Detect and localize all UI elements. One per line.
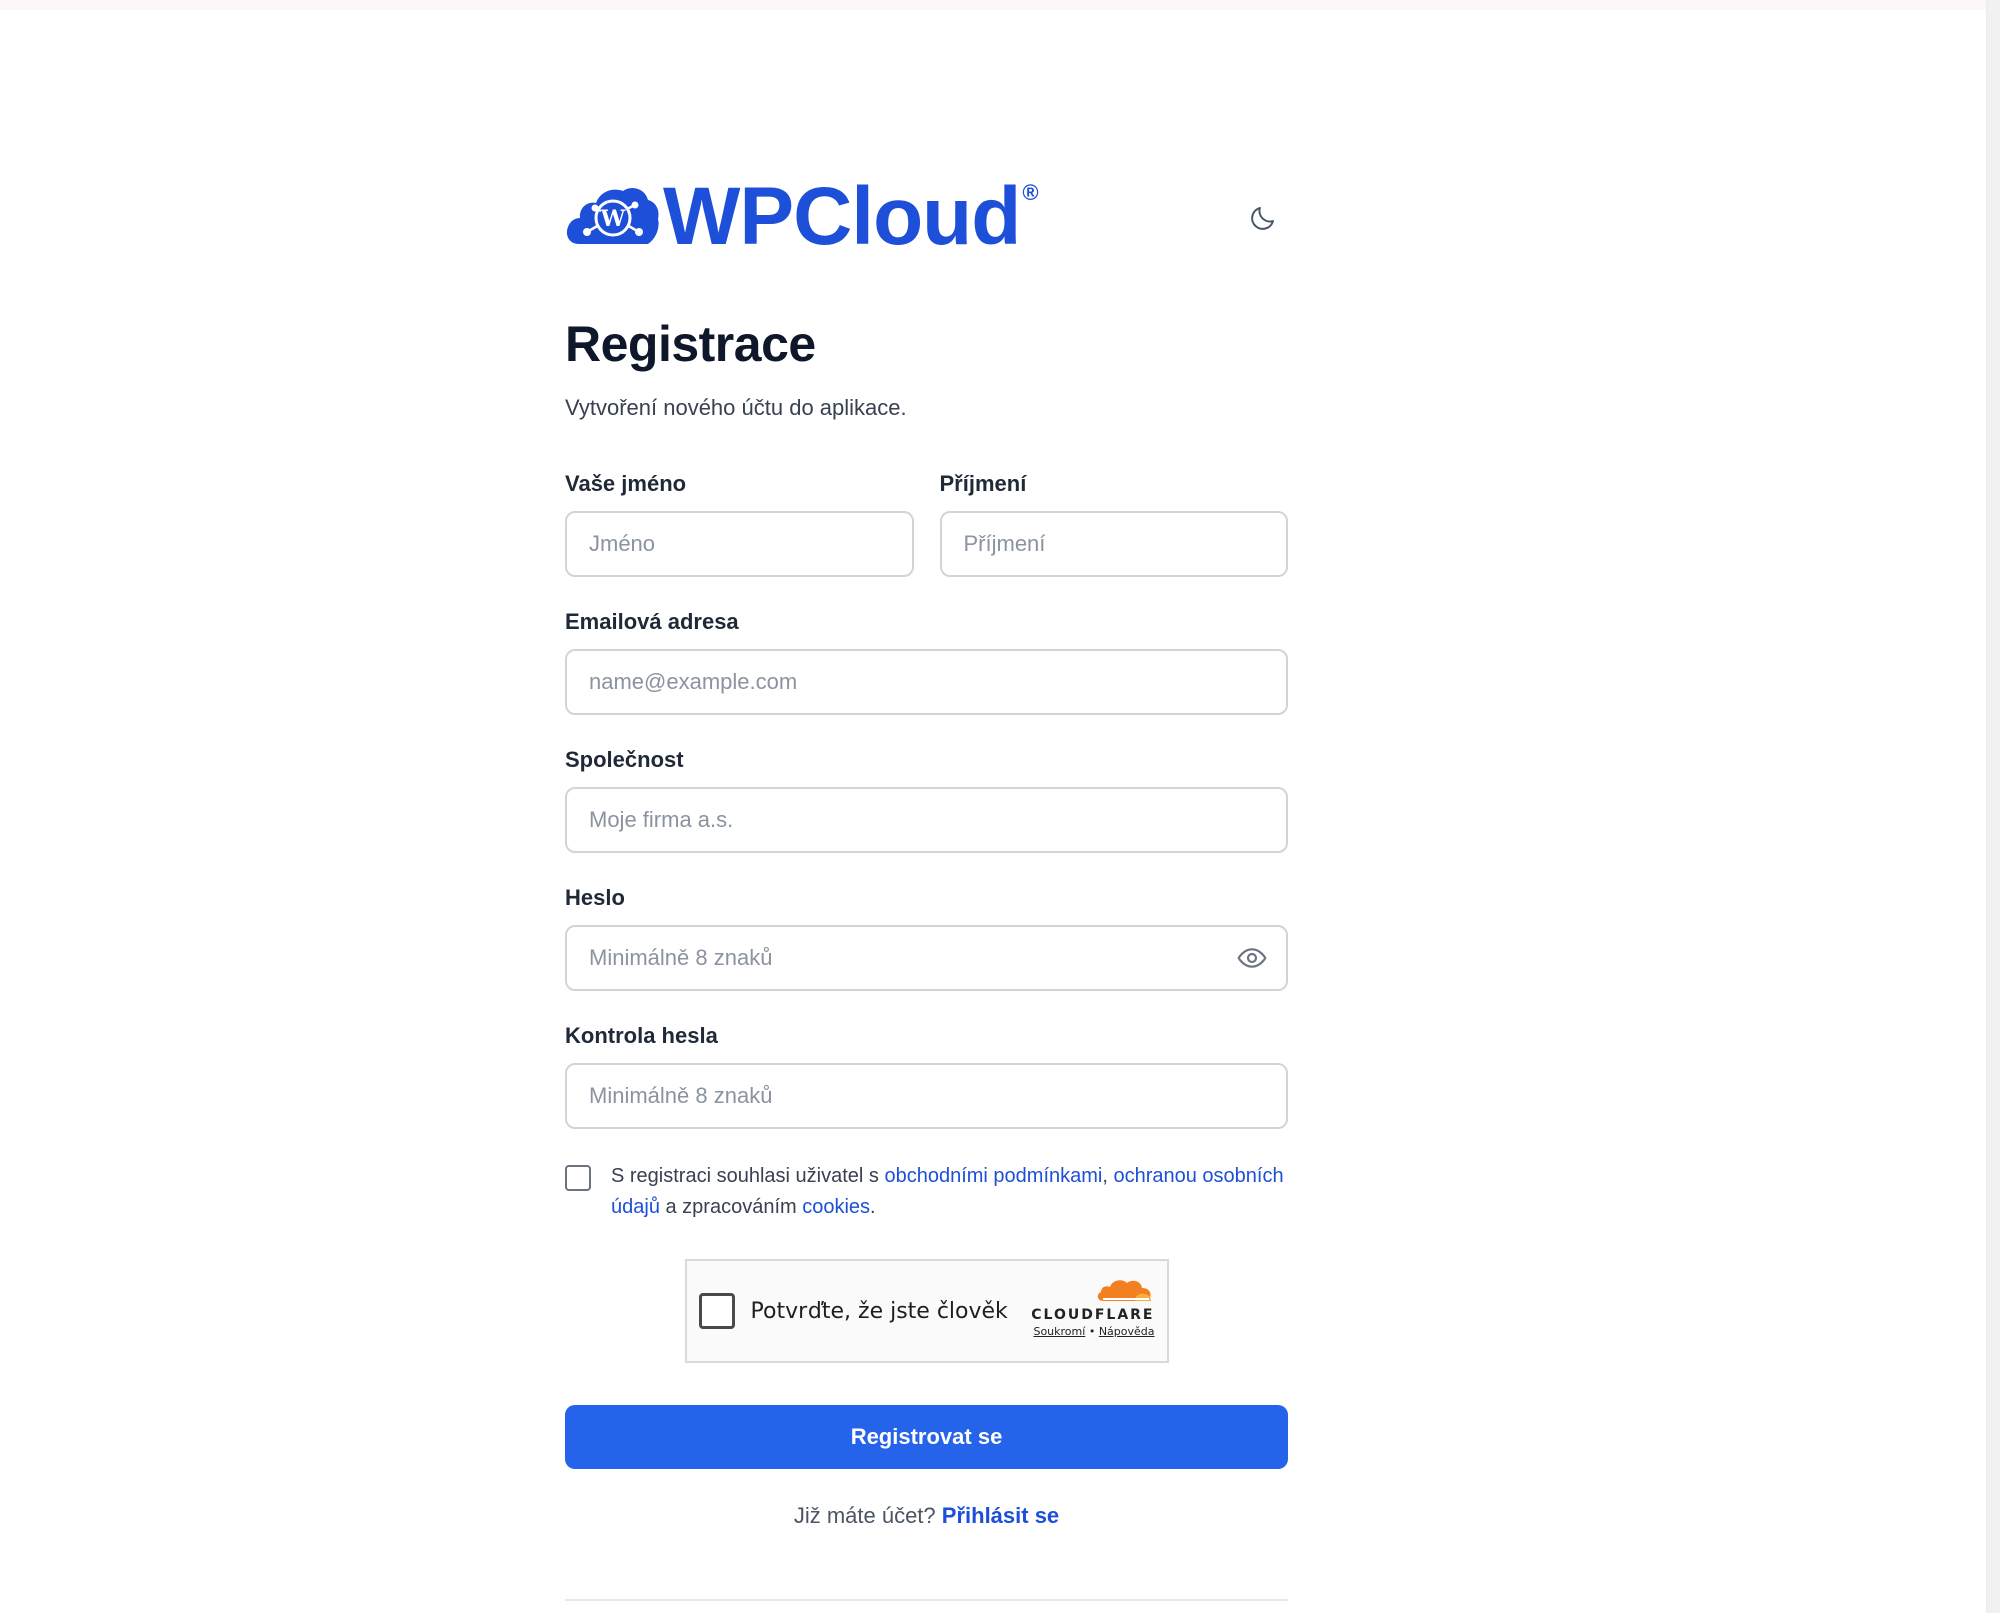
password-label: Heslo (565, 885, 625, 910)
password-field: Heslo (565, 885, 1288, 991)
password-confirm-field: Kontrola hesla (565, 1023, 1288, 1129)
password-input[interactable] (565, 925, 1288, 991)
captcha-privacy-link[interactable]: Soukromí (1033, 1325, 1085, 1338)
first-name-input[interactable] (565, 511, 914, 577)
last-name-input[interactable] (939, 511, 1288, 577)
consent-text-part: a zpracováním (659, 1196, 803, 1218)
brand-logo[interactable]: W WPCloud ® (565, 171, 1039, 262)
email-field: Emailová adresa (565, 609, 1288, 715)
captcha-links-separator: • (1088, 1325, 1096, 1338)
last-name-label: Příjmení (939, 471, 1027, 496)
name-row: Vaše jméno Příjmení (565, 471, 1288, 609)
password-input-wrap (565, 925, 1288, 991)
cloudflare-wordmark: CLOUDFLARE (1031, 1307, 1155, 1323)
top-strip (0, 0, 2000, 10)
password-confirm-input[interactable] (565, 1063, 1288, 1129)
register-button[interactable]: Registrovat se (565, 1405, 1288, 1469)
theme-toggle-button[interactable] (1238, 193, 1288, 243)
captcha-label: Potvrďte, že jste člověk (750, 1298, 1008, 1324)
page-subtitle: Vytvoření nového účtu do aplikace. (565, 395, 907, 420)
consent-text-part: . (870, 1196, 876, 1218)
last-name-field: Příjmení (939, 471, 1288, 577)
eye-icon[interactable] (1236, 942, 1268, 974)
consent-text-part: S registraci souhlasi uživatel s (611, 1165, 885, 1187)
password-confirm-label: Kontrola hesla (565, 1023, 718, 1048)
company-field: Společnost (565, 747, 1288, 853)
captcha-widget: Potvrďte, že jste člověk CLOUDFLARE Souk… (684, 1259, 1169, 1363)
footer-divider (565, 1599, 1288, 1601)
consent-text: S registraci souhlasi uživatel s obchodn… (611, 1161, 1288, 1223)
registered-mark: ® (1022, 180, 1039, 205)
cloudflare-cloud-icon (1097, 1280, 1151, 1301)
page-title: Registrace (565, 316, 816, 372)
cookies-link[interactable]: cookies (802, 1196, 870, 1218)
first-name-label: Vaše jméno (565, 471, 687, 496)
captcha-checkbox[interactable] (698, 1293, 735, 1329)
brand-name: WPCloud (663, 171, 1021, 262)
company-input[interactable] (565, 787, 1288, 853)
header: W WPCloud ® (565, 165, 1288, 275)
registration-page: W WPCloud ® Registrace Vytvoření nového … (565, 165, 1288, 1601)
consent-row: S registraci souhlasi uživatel s obchodn… (565, 1161, 1288, 1223)
signin-link[interactable]: Přihlásit se (942, 1503, 1059, 1528)
first-name-field: Vaše jméno (565, 471, 914, 577)
signin-prompt: Již máte účet? Přihlásit se (565, 1503, 1288, 1529)
captcha-links: Soukromí • Nápověda (1023, 1325, 1155, 1338)
cloud-logo-icon: W (566, 188, 659, 244)
email-label: Emailová adresa (565, 609, 739, 634)
scrollbar[interactable] (1986, 0, 2000, 1613)
moon-icon (1251, 207, 1274, 230)
terms-link[interactable]: obchodními podmínkami (884, 1165, 1102, 1187)
consent-checkbox[interactable] (565, 1165, 591, 1191)
captcha-help-link[interactable]: Nápověda (1099, 1325, 1155, 1338)
company-label: Společnost (565, 747, 684, 772)
svg-text:W: W (600, 206, 626, 232)
email-input[interactable] (565, 649, 1288, 715)
cloudflare-branding: CLOUDFLARE Soukromí • Nápověda (1023, 1277, 1155, 1338)
consent-text-part: , (1102, 1165, 1114, 1187)
registration-form: Vaše jméno Příjmení Emailová adresa Spol… (565, 471, 1288, 1601)
signin-prompt-text: Již máte účet? (793, 1503, 936, 1528)
